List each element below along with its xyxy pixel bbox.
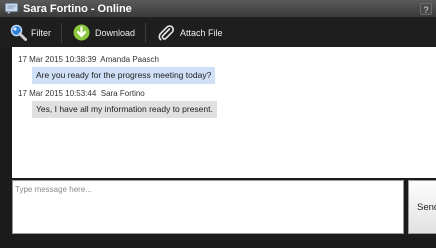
paperclip-icon	[158, 25, 175, 41]
download-icon	[73, 24, 90, 41]
message-sender: Sara Fortino	[100, 89, 145, 98]
send-button[interactable]: Send	[408, 180, 436, 234]
filter-label: Filter	[31, 27, 51, 38]
attach-file-label: Attach File	[180, 27, 223, 38]
filter-button[interactable]: Filter	[10, 21, 51, 45]
message-timestamp: 17 Mar 2015 10:53:44	[18, 89, 97, 98]
message-bubble: Are you ready for the progress meeting t…	[32, 67, 216, 84]
search-icon	[10, 24, 27, 41]
help-button[interactable]: ?	[420, 3, 432, 15]
toolbar: Filter Download Attach File	[0, 18, 436, 47]
title-bar: Sara Fortino - Online ?	[0, 0, 436, 18]
message-timestamp: 17 Mar 2015 10:38:39	[18, 55, 97, 64]
chat-history[interactable]: 17 Mar 2015 10:38:39 Amanda Paasch Are y…	[12, 47, 436, 178]
attach-file-button[interactable]: Attach File	[158, 21, 223, 45]
toolbar-divider	[61, 22, 62, 43]
download-button[interactable]: Download	[73, 21, 135, 45]
message-composer: Send	[12, 178, 436, 234]
message-sender: Amanda Paasch	[100, 55, 159, 64]
message-bubble: Yes, I have all my information ready to …	[32, 101, 217, 118]
chat-app-icon	[5, 3, 18, 14]
download-label: Download	[95, 27, 136, 38]
message-input[interactable]	[12, 180, 404, 234]
message-header: 17 Mar 2015 10:53:44 Sara Fortino	[18, 89, 145, 98]
status-bar	[0, 234, 436, 248]
message-header: 17 Mar 2015 10:38:39 Amanda Paasch	[18, 55, 159, 64]
toolbar-divider	[145, 22, 147, 43]
window-title: Sara Fortino - Online	[23, 2, 132, 15]
